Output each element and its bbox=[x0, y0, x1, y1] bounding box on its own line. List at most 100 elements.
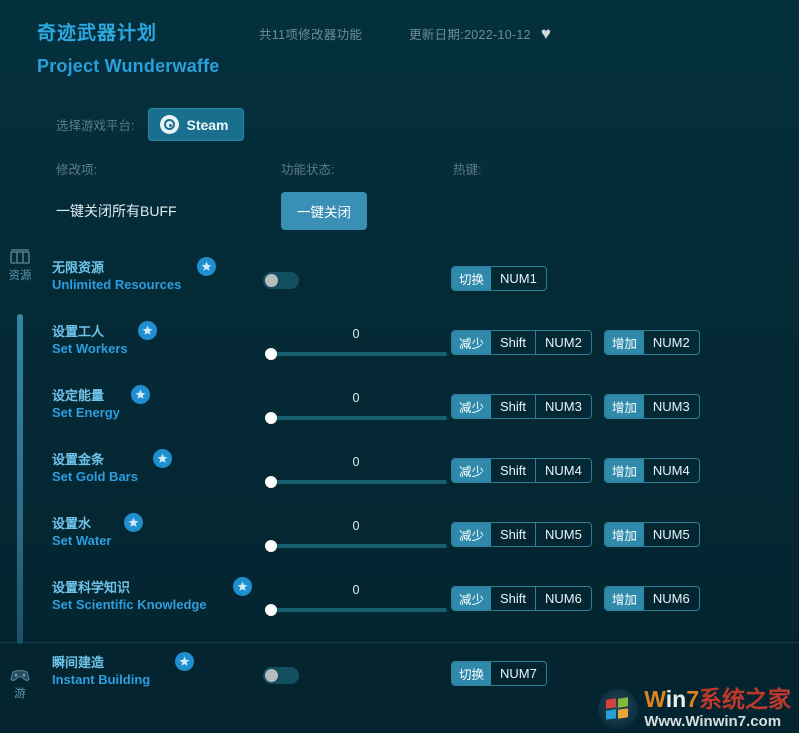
column-header-status: 功能状态: bbox=[281, 163, 335, 177]
cheat-row-label-cn: 瞬间建造 bbox=[52, 655, 105, 670]
hotkey-key: NUM4 bbox=[652, 463, 690, 478]
hotkey-group[interactable]: 增加 NUM3 bbox=[603, 394, 700, 419]
hotkey-action-label: 减少 bbox=[452, 523, 492, 546]
hotkey-action-label: 增加 bbox=[604, 331, 644, 354]
hotkey-group[interactable]: 增加 NUM5 bbox=[603, 522, 700, 547]
cheat-slider-track[interactable] bbox=[265, 348, 447, 360]
hotkey-action-label: 减少 bbox=[452, 331, 492, 354]
hotkey-group[interactable]: 减少 Shift NUM5 bbox=[451, 522, 592, 547]
cheat-row-label-en: Set Workers bbox=[52, 341, 128, 356]
feature-count: 共11项修改器功能 bbox=[259, 28, 363, 42]
cheat-row: 设置水 Set Water 0 减少 Shift NUM5 增加 NUM5 bbox=[0, 504, 799, 568]
favorite-star-icon[interactable] bbox=[131, 385, 150, 404]
cheat-row: 设置金条 Set Gold Bars 0 减少 Shift NUM4 增加 NUM4 bbox=[0, 440, 799, 504]
cheat-slider-track[interactable] bbox=[265, 412, 447, 424]
favorite-star-icon[interactable] bbox=[152, 449, 172, 468]
hotkey-action-label: 减少 bbox=[452, 587, 492, 610]
cheat-row-label-cn: 设置水 bbox=[52, 516, 92, 531]
toggle-knob bbox=[265, 669, 278, 682]
hotkey-group-list: 减少 Shift NUM6 增加 NUM6 bbox=[451, 586, 700, 611]
cheat-rows: 无限资源 Unlimited Resources 切换 NUM1 设置工人 Set Wor… bbox=[0, 248, 799, 707]
hotkey-key: Shift bbox=[500, 399, 527, 414]
hotkey-action-label: 减少 bbox=[452, 395, 492, 418]
hotkey-group[interactable]: 减少 Shift NUM2 bbox=[451, 330, 592, 355]
cheat-row-label-cn: 设置金条 bbox=[52, 452, 105, 467]
hotkey-key: Shift bbox=[500, 591, 527, 606]
cheat-slider-value: 0 bbox=[352, 327, 360, 341]
hotkey-key: NUM2 bbox=[652, 335, 690, 350]
hotkey-group-list: 减少 Shift NUM4 增加 NUM4 bbox=[451, 458, 700, 483]
hotkey-group-list: 减少 Shift NUM2 增加 NUM2 bbox=[451, 330, 700, 355]
platform-steam-label: Steam bbox=[186, 116, 229, 133]
cheat-row: 设定能量 Set Energy 0 减少 Shift NUM3 增加 NUM3 bbox=[0, 376, 799, 440]
global-buff-label: 一键关闭所有BUFF bbox=[56, 203, 177, 219]
cheat-row-label: 设置科学知识 Set Scientific Knowledge bbox=[52, 579, 252, 613]
disable-all-buffs-button[interactable]: 一键关闭 bbox=[281, 192, 367, 230]
cheat-slider-knob[interactable] bbox=[265, 604, 277, 616]
hotkey-key: NUM1 bbox=[500, 271, 537, 286]
hotkey-key: Shift bbox=[500, 463, 527, 478]
hotkey-group[interactable]: 增加 NUM4 bbox=[603, 458, 700, 483]
global-buff-row: 一键关闭所有BUFF 一键关闭 bbox=[0, 189, 799, 245]
cheat-slider-knob[interactable] bbox=[265, 348, 277, 360]
platform-selector-row: 选择游戏平台: Steam bbox=[0, 108, 799, 141]
cheat-slider-track[interactable] bbox=[265, 604, 447, 616]
hotkey-group[interactable]: 切换 NUM1 bbox=[451, 266, 547, 291]
hotkey-key: NUM3 bbox=[535, 395, 591, 418]
cheat-slider-value: 0 bbox=[352, 519, 360, 533]
hotkey-key: NUM3 bbox=[652, 399, 690, 414]
cheat-slider: 0 bbox=[265, 326, 447, 360]
cheat-row-label-cn: 设定能量 bbox=[52, 388, 105, 403]
hotkey-group-list: 切换 NUM7 bbox=[451, 661, 547, 686]
cheat-row-label: 设置金条 Set Gold Bars bbox=[52, 451, 252, 485]
cheat-row: 设置科学知识 Set Scientific Knowledge 0 减少 Shift NU… bbox=[0, 568, 799, 632]
hotkey-key: NUM5 bbox=[652, 527, 690, 542]
cheat-row-label-cn: 设置科学知识 bbox=[52, 580, 131, 595]
cheat-row: 设置工人 Set Workers 0 减少 Shift NUM2 增加 NUM2 bbox=[0, 312, 799, 376]
cheat-slider-knob[interactable] bbox=[265, 540, 277, 552]
page-title-en: Project Wunderwaffe bbox=[37, 56, 220, 76]
cheat-toggle[interactable] bbox=[263, 272, 299, 289]
favorite-star-icon[interactable] bbox=[174, 652, 194, 671]
favorite-star-icon[interactable] bbox=[123, 513, 143, 532]
watermark-url: Www.Winwin7.com bbox=[644, 713, 782, 730]
cheat-row: 瞬间建造 Instant Building 切换 NUM7 bbox=[0, 643, 799, 707]
cheat-row-label: 瞬间建造 Instant Building bbox=[52, 654, 252, 688]
page-title-cn: 奇迹武器计划 bbox=[37, 23, 158, 44]
cheat-slider-knob[interactable] bbox=[265, 476, 277, 488]
cheat-slider: 0 bbox=[265, 582, 447, 616]
hotkey-key: NUM6 bbox=[535, 587, 591, 610]
hotkey-action-label: 切换 bbox=[452, 662, 492, 685]
hotkey-action-label: 增加 bbox=[604, 523, 644, 546]
heart-icon[interactable]: ♥ bbox=[541, 25, 551, 42]
hotkey-action-label: 增加 bbox=[604, 395, 644, 418]
cheat-slider: 0 bbox=[265, 518, 447, 552]
cheat-slider-knob[interactable] bbox=[265, 412, 277, 424]
header: 奇迹武器计划 共11项修改器功能 更新日期:2022-10-12 ♥ Proje… bbox=[0, 0, 799, 98]
hotkey-group[interactable]: 增加 NUM6 bbox=[603, 586, 700, 611]
hotkey-key: NUM4 bbox=[535, 459, 591, 482]
platform-label: 选择游戏平台: bbox=[56, 119, 135, 133]
cheat-row-label-en: Instant Building bbox=[52, 672, 151, 687]
hotkey-group[interactable]: 增加 NUM2 bbox=[603, 330, 700, 355]
platform-steam-button[interactable]: Steam bbox=[148, 108, 244, 141]
hotkey-action-label: 切换 bbox=[452, 267, 492, 290]
update-date: 更新日期:2022-10-12 bbox=[409, 28, 531, 42]
cheat-row-label-en: Set Scientific Knowledge bbox=[52, 597, 207, 612]
cheat-slider-track[interactable] bbox=[265, 476, 447, 488]
hotkey-group[interactable]: 切换 NUM7 bbox=[451, 661, 547, 686]
cheat-toggle[interactable] bbox=[263, 667, 299, 684]
cheat-slider-track[interactable] bbox=[265, 540, 447, 552]
steam-icon bbox=[160, 115, 180, 134]
hotkey-group[interactable]: 减少 Shift NUM4 bbox=[451, 458, 592, 483]
cheat-row-label-en: Set Gold Bars bbox=[52, 469, 138, 484]
favorite-star-icon[interactable] bbox=[196, 257, 216, 276]
hotkey-key: Shift bbox=[500, 527, 527, 542]
cheat-row-label: 设定能量 Set Energy bbox=[52, 387, 252, 421]
hotkey-group[interactable]: 减少 Shift NUM3 bbox=[451, 394, 592, 419]
cheat-row: 无限资源 Unlimited Resources 切换 NUM1 bbox=[0, 248, 799, 312]
hotkey-key: NUM5 bbox=[535, 523, 591, 546]
hotkey-group[interactable]: 减少 Shift NUM6 bbox=[451, 586, 592, 611]
cheat-row-label-en: Set Water bbox=[52, 533, 112, 548]
header-top-row: 奇迹武器计划 共11项修改器功能 更新日期:2022-10-12 ♥ bbox=[0, 18, 799, 45]
